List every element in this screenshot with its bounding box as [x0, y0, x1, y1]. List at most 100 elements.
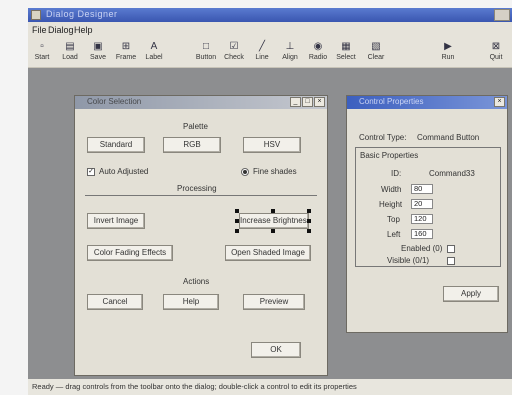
left-field[interactable]: 160	[411, 229, 433, 239]
apply-button[interactable]: Apply	[443, 286, 499, 302]
save-icon: ▣	[93, 40, 103, 52]
toolbar-button-clear[interactable]: ▧ Clear	[364, 39, 388, 65]
invert-image-button[interactable]: Invert Image	[87, 213, 145, 229]
line-icon: ╱	[258, 40, 266, 52]
quit-icon: ⊠	[491, 40, 501, 52]
processing-section-label: Processing	[177, 184, 217, 193]
toolbar-button-quit[interactable]: ⊠ Quit	[484, 39, 508, 65]
id-value: Command33	[429, 169, 475, 178]
dialog-title-bar: Color Selection _ □ ×	[75, 96, 327, 109]
toolbar-label: Clear	[367, 54, 385, 61]
open-shaded-image-button[interactable]: Open Shaded Image	[225, 245, 311, 261]
radio-icon: ◉	[313, 40, 323, 52]
toolbar-button-align[interactable]: ⊥ Align	[278, 39, 302, 65]
color-fading-button[interactable]: Color Fading Effects	[87, 245, 173, 261]
top-label: Top	[387, 215, 400, 224]
toolbar-label: Save	[90, 54, 106, 61]
button-icon: □	[202, 40, 210, 52]
app-icon[interactable]	[31, 10, 41, 20]
toolbar-label: Quit	[489, 54, 503, 61]
menu-bar: File Dialog Help	[28, 23, 512, 36]
window-controls[interactable]	[494, 9, 510, 21]
design-canvas[interactable]: Color Selection _ □ × Palette Standard R…	[28, 68, 512, 379]
selection-handle[interactable]	[271, 209, 275, 213]
toolbar-label: Start	[34, 54, 50, 61]
properties-title-bar: Control Properties ×	[347, 96, 507, 109]
ok-button[interactable]: OK	[251, 342, 301, 358]
align-icon: ⊥	[285, 40, 295, 52]
toolbar-button-line[interactable]: ╱ Line	[250, 39, 274, 65]
rgb-button[interactable]: RGB	[163, 137, 221, 153]
toolbar-button-check[interactable]: ☑ Check	[222, 39, 246, 65]
standard-button[interactable]: Standard	[87, 137, 145, 153]
toolbar: ▫ Start ▤ Load ▣ Save ⊞ Frame A Label □ Button ☑ Chec…	[28, 37, 512, 68]
selection-handle[interactable]	[307, 229, 311, 233]
toolbar-label: Load	[62, 54, 78, 61]
left-label: Left	[387, 230, 401, 239]
toolbar-button-select[interactable]: ▦ Select	[334, 39, 358, 65]
selection-handle[interactable]	[307, 219, 311, 223]
title-bar: Dialog Designer	[28, 8, 512, 22]
preview-button[interactable]: Preview	[243, 294, 305, 310]
height-label: Height	[379, 200, 403, 209]
open-icon: ▤	[65, 40, 75, 52]
increase-brightness-button[interactable]: Increase Brightness	[239, 213, 309, 229]
frame-icon: ⊞	[121, 40, 131, 52]
toolbar-label: Select	[336, 54, 356, 61]
fine-shades-label: Fine shades	[253, 167, 297, 176]
menu-dialog[interactable]: Dialog	[48, 25, 74, 35]
app-title: Dialog Designer	[46, 9, 118, 19]
actions-section-label: Actions	[183, 277, 210, 286]
toolbar-label: Frame	[115, 54, 137, 61]
close-button[interactable]: ×	[314, 97, 325, 107]
top-field[interactable]: 120	[411, 214, 433, 224]
auto-adjusted-checkbox[interactable]: ✓	[87, 168, 95, 176]
selection-handle[interactable]	[307, 209, 311, 213]
toolbar-label: Button	[195, 54, 217, 61]
selection-handle[interactable]	[271, 229, 275, 233]
help-button[interactable]: Help	[163, 294, 219, 310]
clear-icon: ▧	[371, 40, 381, 52]
properties-close-button[interactable]: ×	[494, 97, 505, 107]
selection-handle[interactable]	[235, 209, 239, 213]
basic-properties-label: Basic Properties	[359, 151, 420, 160]
control-properties-panel: Control Properties × Control Type: Comma…	[346, 95, 508, 333]
visible-label: Visible (0/1)	[387, 256, 430, 265]
maximize-button[interactable]: □	[302, 97, 313, 107]
menu-help[interactable]: Help	[74, 25, 93, 35]
select-icon: ▦	[341, 40, 351, 52]
id-label: ID:	[391, 169, 402, 178]
hsv-button[interactable]: HSV	[243, 137, 301, 153]
height-field[interactable]: 20	[411, 199, 433, 209]
toolbar-label: Run	[441, 54, 455, 61]
palette-section-label: Palette	[183, 122, 208, 131]
toolbar-button-label[interactable]: A Label	[142, 39, 166, 65]
new-icon: ▫	[40, 40, 44, 52]
selection-handle[interactable]	[235, 219, 239, 223]
menu-file[interactable]: File	[32, 25, 47, 35]
minimize-button[interactable]: _	[290, 97, 301, 107]
toolbar-button-start[interactable]: ▫ Start	[30, 39, 54, 65]
enabled-label: Enabled (0)	[401, 244, 443, 253]
fine-shades-radio[interactable]	[241, 168, 249, 176]
toolbar-button-run[interactable]: ▶ Run	[436, 39, 460, 65]
width-label: Width	[381, 185, 402, 194]
control-type-value: Command Button	[417, 133, 480, 142]
design-dialog[interactable]: Color Selection _ □ × Palette Standard R…	[74, 95, 328, 376]
cancel-button[interactable]: Cancel	[87, 294, 143, 310]
auto-adjusted-label: Auto Adjusted	[99, 167, 149, 176]
selection-handle[interactable]	[235, 229, 239, 233]
toolbar-label: Check	[224, 54, 244, 61]
width-field[interactable]: 80	[411, 184, 433, 194]
toolbar-button-frame[interactable]: ⊞ Frame	[114, 39, 138, 65]
toolbar-button-save[interactable]: ▣ Save	[86, 39, 110, 65]
toolbar-button-radio[interactable]: ◉ Radio	[306, 39, 330, 65]
status-bar: Ready — drag controls from the toolbar o…	[28, 379, 512, 395]
toolbar-label: Align	[282, 54, 298, 61]
enabled-checkbox[interactable]	[447, 245, 455, 253]
visible-checkbox[interactable]	[447, 257, 455, 265]
dialog-title: Color Selection	[87, 97, 142, 106]
toolbar-button-button[interactable]: □ Button	[194, 39, 218, 65]
app-window: Dialog Designer File Dialog Help ▫ Start ▤…	[28, 8, 512, 395]
toolbar-button-load[interactable]: ▤ Load	[58, 39, 82, 65]
